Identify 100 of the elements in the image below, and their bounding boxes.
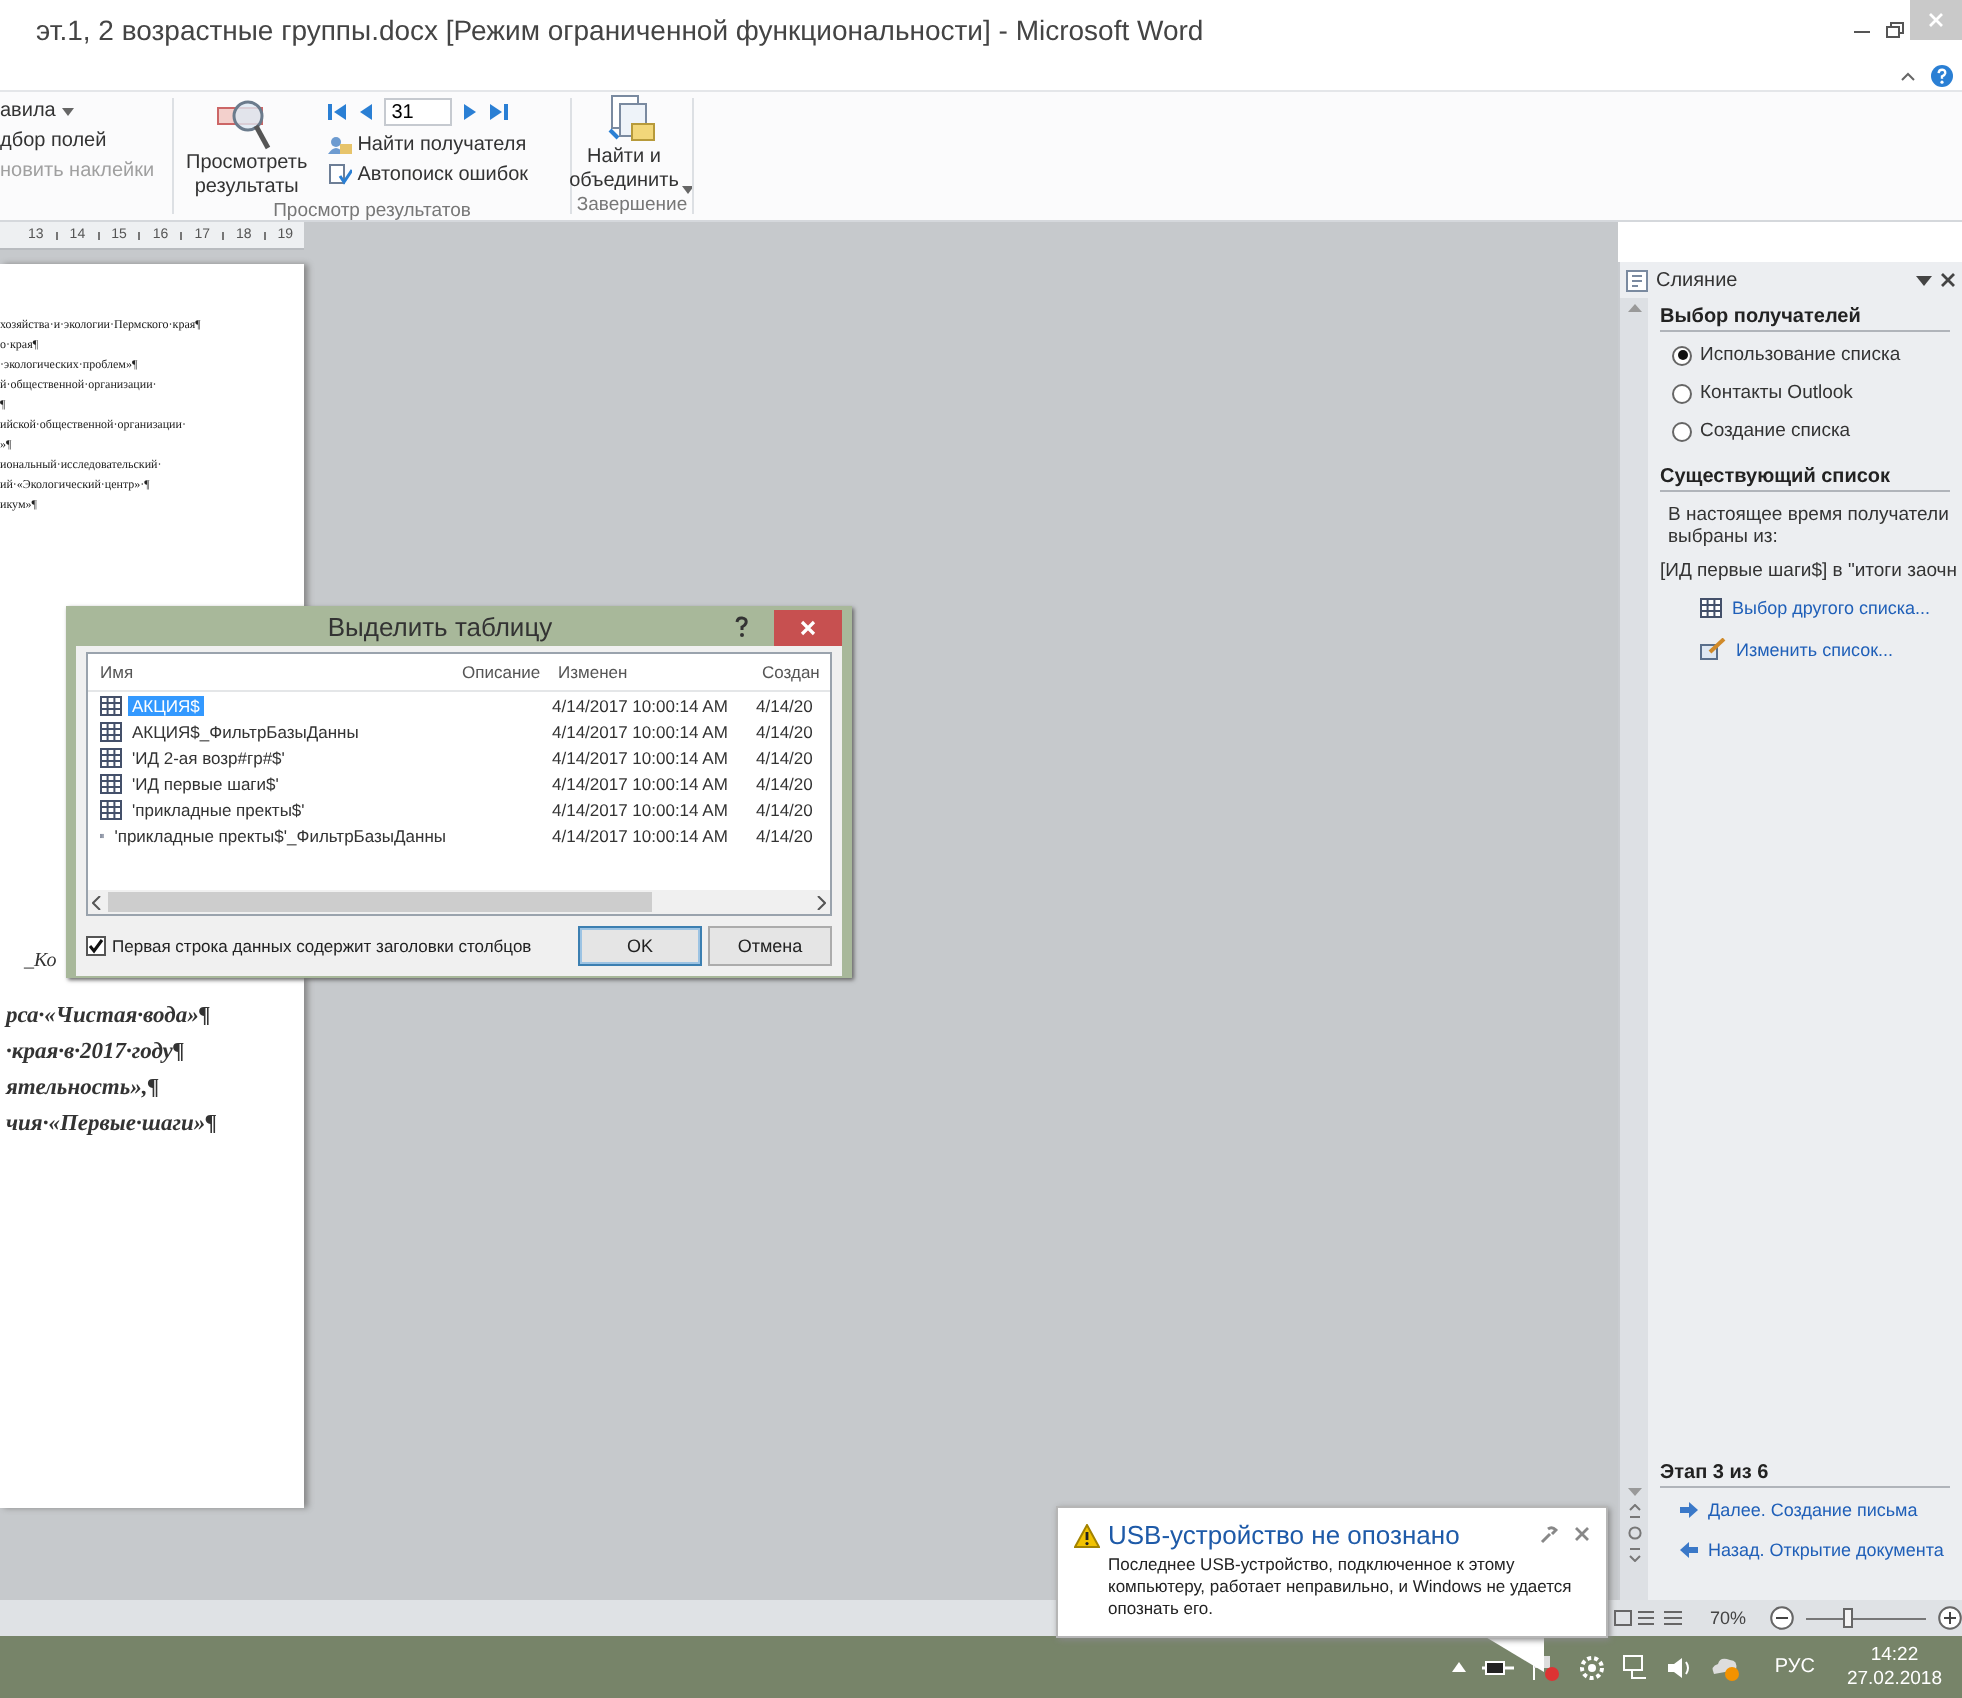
table-cell-text: 4/14/2017 10:00:14 AM <box>550 773 730 793</box>
column-header[interactable]: Имя <box>88 662 450 682</box>
column-header[interactable]: Описание <box>450 662 546 682</box>
dropdown-icon[interactable] <box>1916 275 1932 285</box>
clock[interactable]: 14:22 27.02.2018 <box>1846 1643 1942 1691</box>
collapse-ribbon-icon[interactable] <box>1898 67 1918 83</box>
column-header[interactable]: Создан <box>750 662 830 682</box>
pane-title: Слияние <box>1656 269 1738 291</box>
show-hidden-icons-icon[interactable] <box>1452 1662 1467 1672</box>
table-cell-text: 4/14/2017 10:00:14 AM <box>550 799 730 819</box>
column-header[interactable]: Изменен <box>546 662 750 682</box>
table-cell-text: 4/14/2017 10:00:14 AM <box>550 721 730 741</box>
pane-icon <box>1626 269 1648 291</box>
radio-option[interactable]: Контакты Outlook <box>1672 382 1962 404</box>
section-heading: Существующий список <box>1660 466 1950 492</box>
help-icon[interactable] <box>1930 63 1954 87</box>
document-heading-line: ятельность»,¶ <box>3 1074 162 1104</box>
scroll-left-icon[interactable] <box>92 895 102 909</box>
data-source-text: [ИД первые шаги$] в "итоги заочн <box>1660 560 1960 582</box>
left-arrow-icon <box>1680 1542 1698 1558</box>
caret-icon <box>682 186 695 194</box>
last-record-icon[interactable] <box>487 102 508 122</box>
caret-icon <box>61 107 74 115</box>
pane-link[interactable]: Изменить список... <box>1700 638 1962 660</box>
notification-title: USB-устройство не опознано <box>1108 1520 1460 1550</box>
close-icon <box>800 620 816 636</box>
notification-text: Последнее USB-устройство, подключенное к этому компьютеру, работает неправильно, и Windows не удается опознать его. <box>1108 1554 1574 1620</box>
preview-results-button[interactable]: Просмотреть результаты <box>182 96 312 200</box>
next-record-icon[interactable] <box>461 102 478 122</box>
scrollbar-thumb[interactable] <box>108 892 652 912</box>
table-name[interactable]: 'прикладные пректы$' <box>128 799 309 819</box>
ribbon-command[interactable]: авила <box>0 100 172 122</box>
table-cell-text: 4/14/20 <box>754 799 815 819</box>
table-name[interactable]: 'ИД 2-ая возр#гр#$' <box>128 747 289 767</box>
horizontal-scrollbar[interactable] <box>88 890 830 914</box>
table-cell-text: 4/14/20 <box>754 773 815 793</box>
table-cell-text: 4/14/20 <box>754 695 815 715</box>
record-number-field[interactable]: 31 <box>383 98 452 126</box>
table-cell-text: 4/14/20 <box>754 747 815 767</box>
dialog-button[interactable]: OK <box>578 926 702 966</box>
section-heading: Выбор получателей <box>1660 306 1950 332</box>
next-browse-icon[interactable] <box>1627 1548 1641 1562</box>
table-name[interactable]: 'прикладные пректы$'_ФильтрБазыДанны <box>110 825 450 845</box>
wrench-icon[interactable] <box>1540 1526 1558 1544</box>
people-search-icon <box>327 134 352 156</box>
browse-object-icon[interactable] <box>1627 1526 1641 1540</box>
scroll-up-icon[interactable] <box>1627 304 1641 312</box>
clock-date: 27.02.2018 <box>1846 1667 1942 1691</box>
close-icon <box>1928 12 1944 28</box>
table-cell-text: 4/14/20 <box>754 825 815 845</box>
dialog-button[interactable]: Отмена <box>708 926 832 966</box>
speaker-icon[interactable] <box>1666 1655 1695 1679</box>
table-cell-text: 4/14/20 <box>754 721 815 741</box>
scroll-down-icon[interactable] <box>1627 1488 1641 1496</box>
zoom-level[interactable]: 70% <box>1709 1608 1746 1628</box>
help-icon[interactable] <box>734 615 750 637</box>
document-heading-line: ·края·в·2017·году¶ <box>4 1038 187 1068</box>
document-check-icon <box>327 164 352 186</box>
zoom-in-icon[interactable] <box>1938 1606 1962 1630</box>
pane-link[interactable]: Выбор другого списка... <box>1700 598 1962 618</box>
table-name[interactable]: 'ИД первые шаги$' <box>128 773 283 793</box>
table-cell-text: 4/14/2017 10:00:14 AM <box>550 825 730 845</box>
ribbon-command[interactable]: дбор полей <box>0 130 172 152</box>
document-heading-line: чия·«Первые·шаги»¶ <box>4 1110 219 1140</box>
wizard-link[interactable]: Далее. Создание письма <box>1680 1500 1918 1520</box>
zoom-slider-thumb[interactable] <box>1843 1607 1853 1627</box>
close-button[interactable] <box>774 610 842 646</box>
network-icon[interactable] <box>1622 1653 1651 1681</box>
header-row-checkbox[interactable]: Первая строка данных содержит заголовки столбцов <box>86 936 532 956</box>
table-name[interactable]: АКЦИЯ$_ФильтрБазыДанны <box>128 721 363 741</box>
radio-option[interactable]: Использование списка <box>1672 344 1962 366</box>
cloud-alert-icon[interactable] <box>1710 1653 1743 1681</box>
radio-option[interactable]: Создание списка <box>1672 420 1962 442</box>
first-record-icon[interactable] <box>327 102 348 122</box>
close-icon[interactable] <box>1940 272 1956 288</box>
info-text: В настоящее время получатели выбраны из: <box>1668 504 1951 548</box>
language-indicator[interactable]: РУС <box>1774 1656 1815 1678</box>
document-line: _Ко <box>24 950 57 972</box>
table-cell-text: 4/14/2017 10:00:14 AM <box>550 695 730 715</box>
table-cell-text: 4/14/2017 10:00:14 AM <box>550 747 730 767</box>
ribbon-command[interactable]: Автопоиск ошибок <box>327 164 529 186</box>
step-label: Этап 3 из 6 <box>1660 1462 1950 1488</box>
ribbon-command[interactable]: Найти получателя <box>327 134 529 156</box>
wizard-link[interactable]: Назад. Открытие документа <box>1680 1540 1944 1560</box>
close-icon[interactable] <box>1574 1526 1590 1542</box>
window-title: эт.1, 2 возрастные группы.docx [Режим ограниченной функциональности] - Microsoft Word <box>36 14 1204 46</box>
dialog-title: Выделить таблицу <box>325 611 555 641</box>
gear-icon[interactable] <box>1578 1653 1607 1681</box>
group-label: Просмотр результатов <box>271 200 473 222</box>
clock-time: 14:22 <box>1870 1643 1919 1667</box>
document-heading-line: рса·«Чистая·вода»¶ <box>2 1002 213 1032</box>
zoom-out-icon[interactable] <box>1770 1606 1794 1630</box>
finish-merge-button[interactable]: Найти и объединить <box>565 94 699 194</box>
warning-icon <box>1074 1523 1100 1547</box>
right-arrow-icon <box>1680 1502 1698 1518</box>
scroll-right-icon[interactable] <box>816 895 826 909</box>
group-label: Завершение <box>574 194 690 220</box>
edit-list-icon <box>1700 638 1726 660</box>
previous-record-icon[interactable] <box>357 102 374 122</box>
previous-browse-icon[interactable] <box>1627 1504 1641 1518</box>
